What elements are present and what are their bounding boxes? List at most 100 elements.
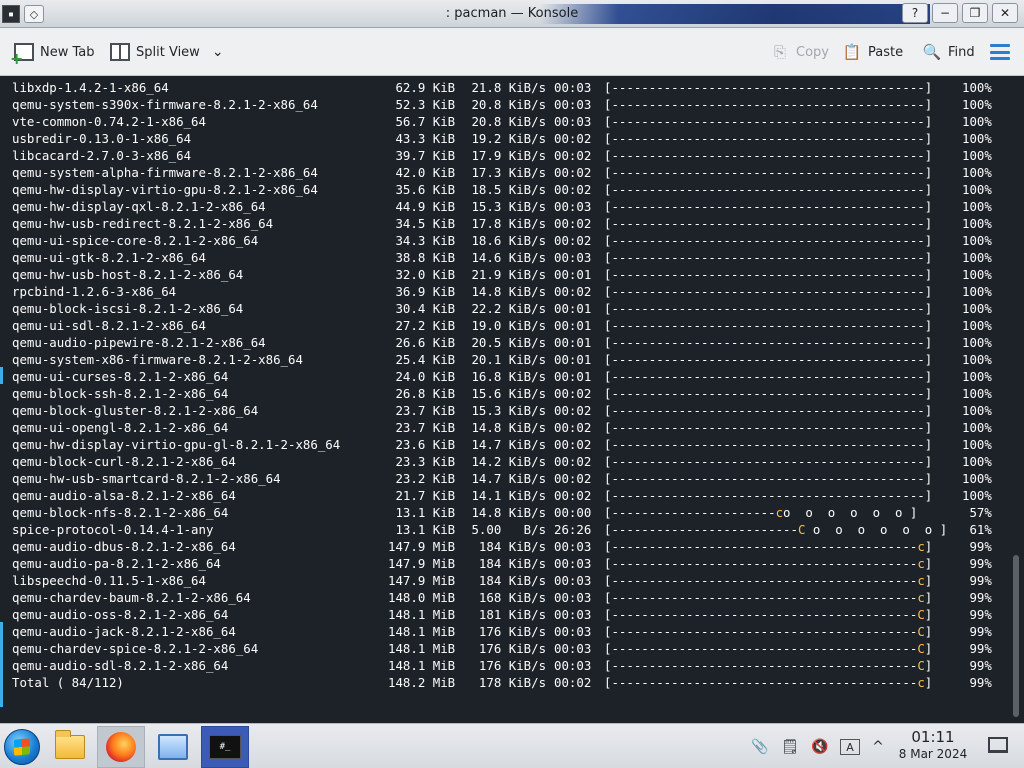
download-rate: 14.8 KiB/s (464, 420, 547, 435)
clipboard-icon[interactable]: 📎 (750, 736, 770, 758)
download-rate: 176 KiB/s (464, 658, 547, 673)
progress-bar-rest: ] (924, 675, 933, 690)
terminal-line: qemu-hw-display-qxl-8.2.1-2-x86_64 44.9 … (12, 198, 992, 215)
terminal-view[interactable]: libxdp-1.4.2-1-x86_64 62.9 KiB 21.8 KiB/… (0, 77, 1024, 723)
terminal-line: qemu-block-ssh-8.2.1-2-x86_64 26.8 KiB 1… (12, 385, 992, 402)
download-size: 21.7 KiB (388, 488, 456, 503)
window-titlebar[interactable]: ▪ ◇ : pacman — Konsole ? − ❐ ✕ (0, 0, 1024, 28)
progress-bar: [---------------------------------------… (604, 215, 962, 232)
progress-bar: [---------------------------------------… (604, 640, 962, 657)
progress-bar: [---------------------------------------… (604, 538, 962, 555)
pacman-glyph: c (917, 539, 925, 554)
download-size: 36.9 KiB (388, 284, 456, 299)
progress-percent: 100% (962, 284, 992, 299)
file-manager-task[interactable] (46, 726, 94, 768)
close-button[interactable]: ✕ (992, 3, 1018, 23)
progress-bar: [---------------------------------------… (604, 181, 962, 198)
download-rate: 184 KiB/s (464, 539, 547, 554)
download-eta: 00:02 (554, 454, 592, 469)
download-size: 35.6 KiB (388, 182, 456, 197)
progress-bar-track: [---------------------------------------… (604, 420, 933, 435)
pacman-glyph: C (917, 641, 925, 656)
terminal-line: spice-protocol-0.14.4-1-any 13.1 KiB 5.0… (12, 521, 992, 538)
package-name: qemu-hw-display-qxl-8.2.1-2-x86_64 (12, 199, 266, 214)
package-name: qemu-hw-display-virtio-gpu-gl-8.2.1-2-x8… (12, 437, 341, 452)
input-method-icon[interactable]: A (840, 739, 860, 755)
download-rate: 20.8 KiB/s (464, 97, 547, 112)
download-eta: 26:26 (554, 522, 592, 537)
download-size: 23.3 KiB (388, 454, 456, 469)
new-tab-button[interactable]: New Tab (10, 38, 95, 68)
download-size: 42.0 KiB (388, 165, 456, 180)
download-eta: 00:03 (554, 539, 592, 554)
download-eta: 00:02 (554, 675, 592, 690)
download-size: 30.4 KiB (388, 301, 456, 316)
paste-button[interactable]: 📋 Paste (842, 38, 903, 66)
progress-bar-rest: ] (924, 624, 933, 639)
terminal-scrollbar[interactable] (1011, 77, 1021, 723)
minimize-button[interactable]: − (932, 3, 958, 23)
split-view-button[interactable]: Split View ⌄ (110, 38, 224, 66)
progress-bar: [---------------------------------------… (604, 453, 962, 470)
package-name: qemu-system-x86-firmware-8.2.1-2-x86_64 (12, 352, 303, 367)
notes-icon[interactable]: 🗒 (780, 736, 800, 758)
download-size: 26.6 KiB (388, 335, 456, 350)
scrollbar-thumb[interactable] (1013, 555, 1019, 717)
terminal-line: qemu-block-iscsi-8.2.1-2-x86_64 30.4 KiB… (12, 300, 992, 317)
progress-bar: [---------------------------------------… (604, 436, 962, 453)
progress-bar: [---------------------------------------… (604, 657, 962, 674)
pacman-glyph: C (917, 624, 925, 639)
download-size: 148.1 MiB (388, 658, 456, 673)
terminal-line: qemu-system-alpha-firmware-8.2.1-2-x86_6… (12, 164, 992, 181)
progress-percent: 100% (962, 97, 992, 112)
package-name: qemu-hw-usb-redirect-8.2.1-2-x86_64 (12, 216, 274, 231)
download-size: 25.4 KiB (388, 352, 456, 367)
progress-bar: [---------------------------------------… (604, 164, 962, 181)
progress-bar-done: [---------------------------------------… (604, 607, 918, 622)
progress-percent: 99% (962, 590, 992, 605)
package-name: qemu-system-s390x-firmware-8.2.1-2-x86_6… (12, 97, 318, 112)
progress-bar-track: [---------------------------------------… (604, 267, 933, 282)
pacman-glyph: c (917, 675, 925, 690)
hamburger-menu-button[interactable] (990, 38, 1010, 66)
progress-percent: 100% (962, 267, 992, 282)
pacman-glyph: C (917, 607, 925, 622)
download-size: 147.9 MiB (388, 539, 456, 554)
download-rate: 15.3 KiB/s (464, 403, 547, 418)
terminal-line: qemu-audio-alsa-8.2.1-2-x86_64 21.7 KiB … (12, 487, 992, 504)
package-name: qemu-ui-opengl-8.2.1-2-x86_64 (12, 420, 229, 435)
package-name: qemu-ui-sdl-8.2.1-2-x86_64 (12, 318, 206, 333)
progress-bar-rest: o o o o o o ] (783, 505, 918, 520)
copy-button[interactable]: ⎘ Copy (770, 38, 829, 66)
copy-label: Copy (796, 44, 829, 60)
maximize-button[interactable]: ❐ (962, 3, 988, 23)
progress-bar-track: [---------------------------------------… (604, 471, 933, 486)
download-eta: 00:03 (554, 114, 592, 129)
download-size: 56.7 KiB (388, 114, 456, 129)
clock[interactable]: 01:11 8 Mar 2024 (892, 728, 974, 762)
download-size: 62.9 KiB (388, 80, 456, 95)
find-button[interactable]: 🔍 Find (922, 38, 975, 66)
help-button[interactable]: ? (902, 3, 928, 23)
download-eta: 00:01 (554, 369, 592, 384)
firefox-task[interactable] (97, 726, 145, 768)
download-rate: 14.7 KiB/s (464, 471, 547, 486)
progress-bar-rest: ] (924, 539, 933, 554)
download-eta: 00:00 (554, 505, 592, 520)
download-rate: 14.2 KiB/s (464, 454, 547, 469)
progress-percent: 100% (962, 199, 992, 214)
progress-percent: 100% (962, 420, 992, 435)
progress-bar-track: [---------------------------------------… (604, 386, 933, 401)
volume-muted-icon[interactable]: 🔇 (810, 736, 830, 758)
network-icon (158, 734, 188, 760)
windows-start-orb-icon[interactable] (4, 729, 40, 765)
chevron-up-icon[interactable]: ^ (868, 736, 888, 758)
show-desktop-icon[interactable] (988, 737, 1008, 753)
progress-percent: 100% (962, 437, 992, 452)
download-rate: 14.1 KiB/s (464, 488, 547, 503)
network-task[interactable] (149, 726, 197, 768)
terminal-line: qemu-system-s390x-firmware-8.2.1-2-x86_6… (12, 96, 992, 113)
progress-bar-track: [---------------------------------------… (604, 488, 933, 503)
download-eta: 00:03 (554, 556, 592, 571)
konsole-task[interactable]: #_ (201, 726, 249, 768)
